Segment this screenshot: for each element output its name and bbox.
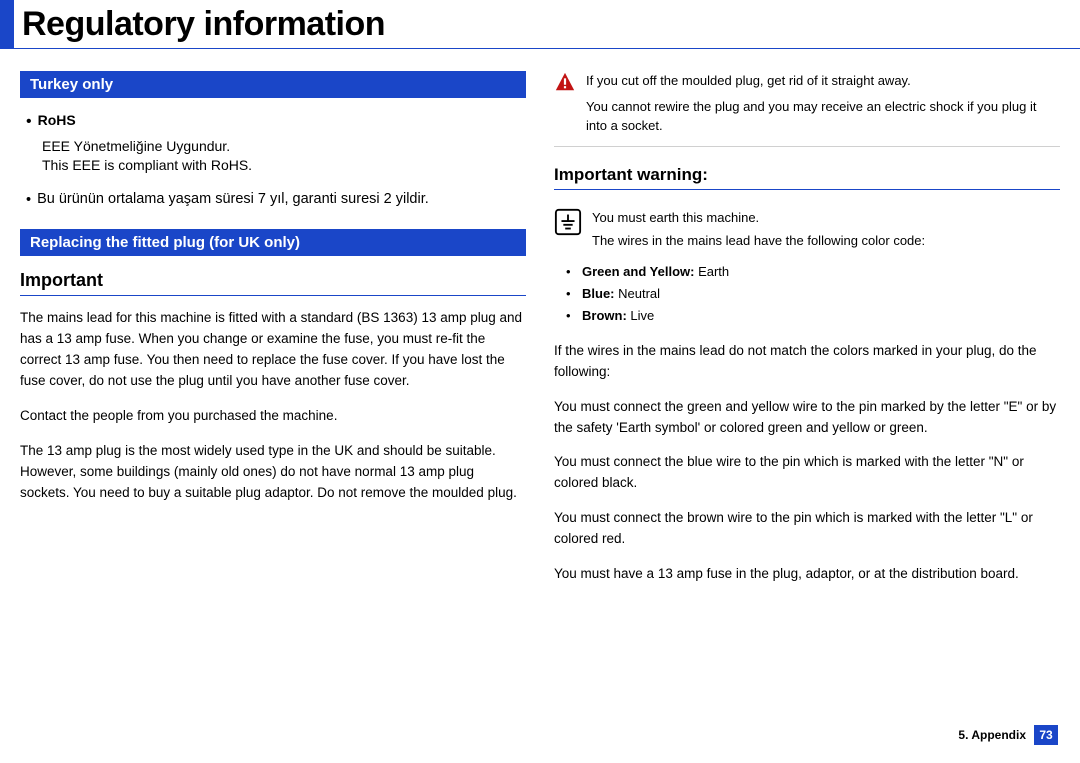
rohs-line2: This EEE is compliant with RoHS. bbox=[42, 156, 526, 175]
page-footer: 5. Appendix 73 bbox=[958, 725, 1058, 745]
divider bbox=[554, 146, 1060, 147]
para-contact: Contact the people from you purchased th… bbox=[20, 406, 526, 427]
rohs-line1: EEE Yönetmeliğine Uygundur. bbox=[42, 137, 526, 156]
rohs-body: EEE Yönetmeliğine Uygundur. This EEE is … bbox=[20, 137, 526, 175]
page-title: Regulatory information bbox=[22, 5, 385, 44]
title-bar: Regulatory information bbox=[0, 0, 1080, 49]
rohs-bullet: • RoHS bbox=[20, 112, 526, 133]
warning-text-group: If you cut off the moulded plug, get rid… bbox=[586, 71, 1060, 136]
bullet-dot: • bbox=[26, 112, 32, 133]
turkish-life-text: Bu ürünün ortalama yaşam süresi 7 yıl, g… bbox=[37, 191, 429, 210]
para-mains-lead: The mains lead for this machine is fitte… bbox=[20, 308, 526, 392]
warn-line2: You cannot rewire the plug and you may r… bbox=[586, 97, 1060, 136]
turkish-life-bullet: • Bu ürünün ortalama yaşam süresi 7 yıl,… bbox=[20, 191, 526, 210]
right-column: If you cut off the moulded plug, get rid… bbox=[554, 71, 1060, 599]
bullet-dot: • bbox=[26, 191, 31, 210]
earth-icon bbox=[554, 208, 582, 236]
warning-icon bbox=[554, 71, 576, 93]
page-number: 73 bbox=[1034, 725, 1058, 745]
wire-color-list: Green and Yellow: Earth Blue: Neutral Br… bbox=[554, 261, 1060, 327]
para-mismatch: If the wires in the mains lead do not ma… bbox=[554, 341, 1060, 383]
uk-plug-header: Replacing the fitted plug (for UK only) bbox=[20, 229, 526, 256]
para-brown: You must connect the brown wire to the p… bbox=[554, 508, 1060, 550]
important-subheading: Important bbox=[20, 270, 526, 296]
para-fuse: You must have a 13 amp fuse in the plug,… bbox=[554, 564, 1060, 585]
earth-text-group: You must earth this machine. The wires i… bbox=[592, 208, 925, 251]
earth-line2: The wires in the mains lead have the fol… bbox=[592, 231, 925, 251]
para-blue: You must connect the blue wire to the pi… bbox=[554, 452, 1060, 494]
content-columns: Turkey only • RoHS EEE Yönetmeliğine Uyg… bbox=[0, 71, 1080, 599]
earth-block: You must earth this machine. The wires i… bbox=[554, 208, 1060, 251]
para-green-yellow: You must connect the green and yellow wi… bbox=[554, 397, 1060, 439]
turkey-header: Turkey only bbox=[20, 71, 526, 98]
warn-line1: If you cut off the moulded plug, get rid… bbox=[586, 71, 1060, 91]
wire-green-yellow: Green and Yellow: Earth bbox=[572, 261, 1060, 283]
wire-blue: Blue: Neutral bbox=[572, 283, 1060, 305]
left-column: Turkey only • RoHS EEE Yönetmeliğine Uyg… bbox=[20, 71, 526, 599]
para-13amp: The 13 amp plug is the most widely used … bbox=[20, 441, 526, 504]
wire-brown: Brown: Live bbox=[572, 305, 1060, 327]
earth-line1: You must earth this machine. bbox=[592, 208, 925, 228]
rohs-label: RoHS bbox=[38, 112, 76, 128]
title-accent bbox=[0, 0, 14, 48]
important-warning-subheading: Important warning: bbox=[554, 165, 1060, 190]
warning-block: If you cut off the moulded plug, get rid… bbox=[554, 71, 1060, 136]
footer-section: 5. Appendix bbox=[958, 728, 1026, 742]
